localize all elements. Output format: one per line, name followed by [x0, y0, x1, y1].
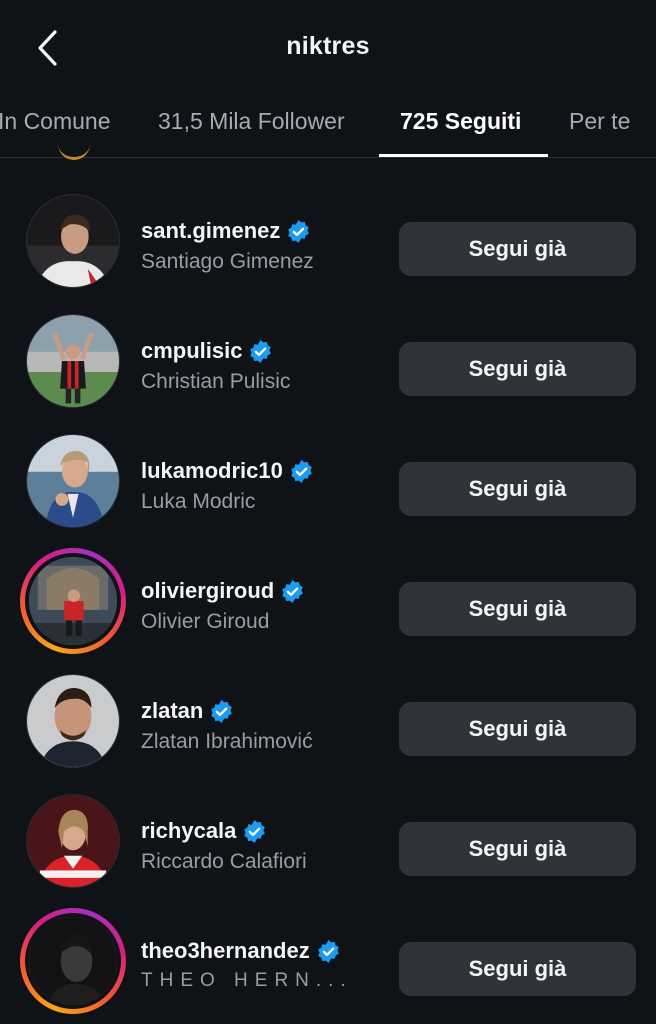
- following-button[interactable]: Segui già: [399, 822, 636, 876]
- list-item[interactable]: theo3hernandez THEO HERN... Segui già: [0, 896, 656, 1016]
- avatar[interactable]: [26, 674, 120, 768]
- verified-badge-icon: [282, 579, 304, 603]
- tab-per-te[interactable]: Per te: [569, 108, 630, 154]
- verified-badge-icon: [288, 219, 310, 243]
- avatar-ring: [20, 188, 126, 294]
- tab-bar: In Comune 31,5 Mila Follower 725 Seguiti…: [0, 98, 656, 158]
- avatar[interactable]: [25, 553, 121, 649]
- following-button[interactable]: Segui già: [399, 342, 636, 396]
- active-tab-indicator: [379, 154, 548, 157]
- tab-in-comune[interactable]: In Comune: [0, 108, 111, 154]
- avatar[interactable]: [26, 434, 120, 528]
- username[interactable]: oliviergiroud: [141, 578, 274, 604]
- tab-seguiti[interactable]: 725 Seguiti: [400, 108, 521, 154]
- full-name: Zlatan Ibrahimović: [141, 730, 313, 753]
- avatar[interactable]: [26, 314, 120, 408]
- following-button[interactable]: Segui già: [399, 462, 636, 516]
- verified-badge-icon: [291, 459, 312, 483]
- list-item[interactable]: richycala Riccardo Calafiori Segui già: [0, 776, 656, 896]
- full-name: Christian Pulisic: [141, 370, 291, 393]
- username[interactable]: theo3hernandez: [141, 938, 310, 964]
- full-name: THEO HERN...: [141, 970, 353, 991]
- full-name: Luka Modric: [141, 490, 256, 513]
- username[interactable]: zlatan: [141, 698, 203, 724]
- list-item[interactable]: oliviergiroud Olivier Giroud Segui già: [0, 536, 656, 656]
- avatar-ring: [20, 788, 126, 894]
- verified-badge-icon: [211, 699, 233, 723]
- story-ring[interactable]: [20, 908, 126, 1014]
- username[interactable]: richycala: [141, 818, 236, 844]
- avatar-ring: [20, 428, 126, 534]
- avatar[interactable]: [26, 794, 120, 888]
- list-item[interactable]: cmpulisic Christian Pulisic Segui già: [0, 296, 656, 416]
- username[interactable]: cmpulisic: [141, 338, 242, 364]
- verified-badge-icon: [317, 939, 339, 963]
- username[interactable]: lukamodric10: [141, 458, 283, 484]
- list-item[interactable]: zlatan Zlatan Ibrahimović Segui già: [0, 656, 656, 776]
- following-button[interactable]: Segui già: [399, 582, 636, 636]
- tab-follower[interactable]: 31,5 Mila Follower: [158, 108, 345, 154]
- username[interactable]: sant.gimenez: [141, 218, 280, 244]
- full-name: Riccardo Calafiori: [141, 850, 307, 873]
- avatar[interactable]: [26, 194, 120, 288]
- following-button[interactable]: Segui già: [399, 702, 636, 756]
- verified-badge-icon: [250, 339, 272, 363]
- list-item[interactable]: sant.gimenez Santiago Gimenez Segui già: [0, 176, 656, 296]
- verified-badge-icon: [244, 819, 266, 843]
- top-bar: niktres: [0, 0, 656, 98]
- full-name: Santiago Gimenez: [141, 250, 314, 273]
- full-name: Olivier Giroud: [141, 610, 270, 633]
- following-button[interactable]: Segui già: [399, 942, 636, 996]
- story-ring[interactable]: [20, 548, 126, 654]
- avatar[interactable]: [25, 913, 121, 1009]
- following-button[interactable]: Segui già: [399, 222, 636, 276]
- avatar-ring: [20, 308, 126, 414]
- page-title: niktres: [286, 32, 370, 60]
- list-item[interactable]: lukamodric10 Luka Modric Segui già: [0, 416, 656, 536]
- avatar-ring: [20, 668, 126, 774]
